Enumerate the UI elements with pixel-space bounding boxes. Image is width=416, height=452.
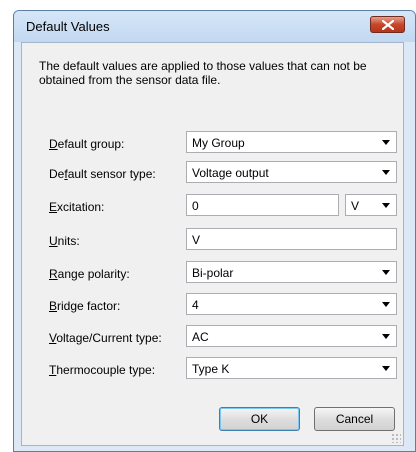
thermocouple-type-label: Thermocouple type:: [49, 363, 155, 377]
range-polarity-select[interactable]: Bi-polar: [186, 261, 397, 283]
window-title: Default Values: [26, 19, 110, 34]
chevron-down-icon: [382, 366, 390, 371]
default-group-label: Default group:: [49, 137, 124, 151]
chevron-down-icon: [382, 270, 390, 275]
bridge-factor-value: 4: [192, 298, 199, 312]
range-polarity-value: Bi-polar: [192, 266, 234, 280]
range-polarity-label-text: ange polarity:: [57, 267, 130, 281]
units-label-text: nits:: [57, 234, 80, 248]
default-sensor-type-select[interactable]: Voltage output: [186, 161, 397, 183]
units-mnemonic: U: [49, 234, 58, 248]
title-bar[interactable]: Default Values: [14, 11, 415, 42]
excitation-unit-select[interactable]: V: [345, 194, 397, 216]
close-button[interactable]: [370, 16, 405, 33]
default-group-label-text: efault group:: [57, 137, 125, 151]
default-sensor-type-label-text: ault sensor type:: [67, 167, 156, 181]
default-group-mnemonic: D: [49, 137, 58, 151]
voltage-current-type-value: AC: [192, 330, 209, 344]
excitation-label-text: xcitation:: [57, 200, 105, 214]
chevron-down-icon: [382, 170, 390, 175]
thermocouple-type-label-text: hermocouple type:: [56, 363, 156, 377]
dialog-window: Default Values The default values are ap…: [13, 10, 416, 452]
resize-grip[interactable]: [391, 433, 401, 443]
excitation-unit-value: V: [351, 199, 360, 213]
ok-button[interactable]: OK: [219, 407, 300, 431]
bridge-factor-mnemonic: B: [49, 299, 58, 313]
units-label: Units:: [49, 234, 80, 248]
dialog-body: The default values are applied to those …: [21, 42, 404, 446]
default-sensor-type-label: Default sensor type:: [49, 167, 156, 181]
voltage-current-type-label-text: oltage/Current type:: [56, 331, 162, 345]
thermocouple-type-value: Type K: [192, 362, 230, 376]
chevron-down-icon: [382, 302, 390, 307]
cancel-button[interactable]: Cancel: [314, 407, 395, 431]
voltage-current-type-select[interactable]: AC: [186, 325, 397, 347]
chevron-down-icon: [382, 140, 390, 145]
default-sensor-type-label-prefix: De: [49, 167, 65, 181]
default-group-value: My Group: [192, 136, 245, 150]
range-polarity-mnemonic: R: [49, 267, 58, 281]
chevron-down-icon: [382, 203, 390, 208]
chevron-down-icon: [382, 334, 390, 339]
units-input[interactable]: V: [186, 228, 397, 250]
close-icon: [382, 20, 394, 30]
bridge-factor-select[interactable]: 4: [186, 293, 397, 315]
bridge-factor-label-text: ridge factor:: [57, 299, 121, 313]
default-group-combobox[interactable]: My Group: [186, 131, 397, 153]
excitation-label: Excitation:: [49, 200, 104, 214]
excitation-mnemonic: E: [49, 200, 58, 214]
units-value: V: [192, 233, 201, 247]
excitation-input[interactable]: 0: [186, 194, 339, 216]
range-polarity-label: Range polarity:: [49, 267, 130, 281]
voltage-current-type-label: Voltage/Current type:: [49, 331, 162, 345]
excitation-value: 0: [192, 199, 199, 213]
default-sensor-type-value: Voltage output: [192, 166, 269, 180]
bridge-factor-label: Bridge factor:: [49, 299, 120, 313]
thermocouple-type-select[interactable]: Type K: [186, 357, 397, 379]
description-text: The default values are applied to those …: [39, 59, 367, 87]
